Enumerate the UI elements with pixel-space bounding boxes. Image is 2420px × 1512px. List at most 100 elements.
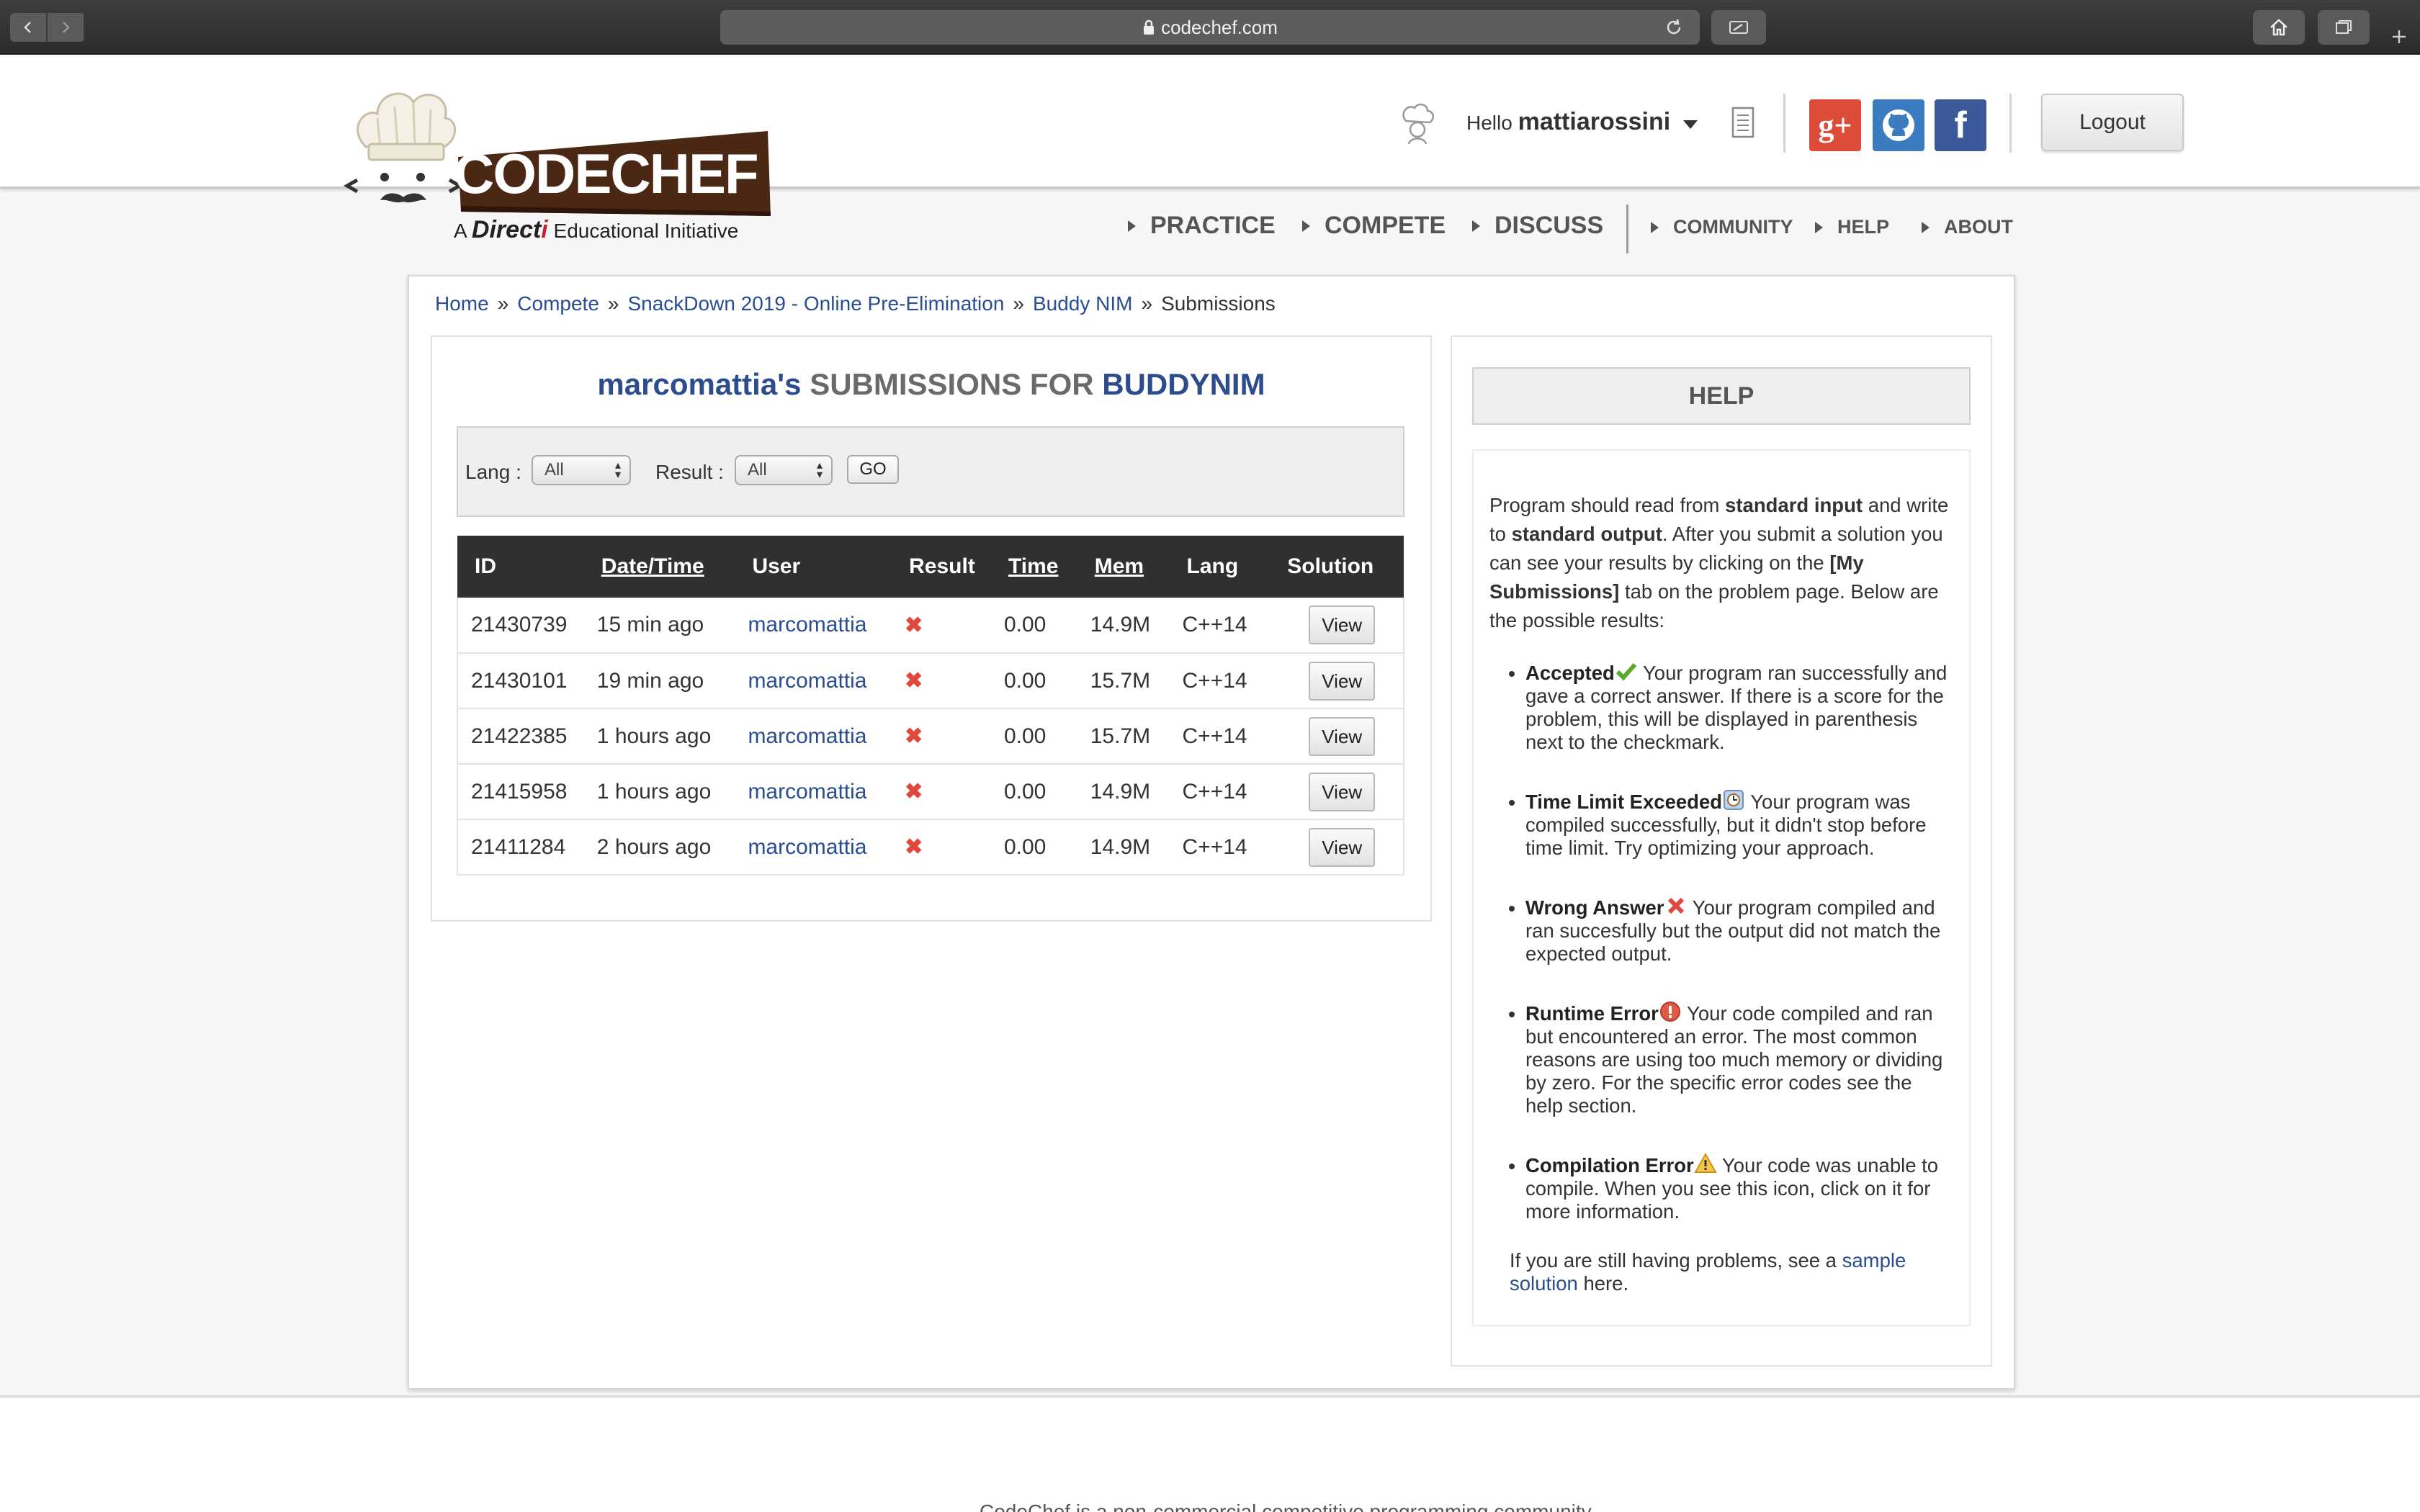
cell-user: marcomattia [735, 764, 892, 820]
col-mem[interactable]: Mem [1077, 536, 1170, 598]
nav-about[interactable]: ABOUT [1922, 216, 2013, 238]
title-problem: BUDDYNIM [1102, 367, 1265, 401]
wrong-answer-icon: ✖ [905, 724, 923, 748]
list-item: Accepted Your program ran successfully a… [1525, 660, 1953, 754]
view-button[interactable]: View [1309, 772, 1376, 811]
home-icon [2270, 19, 2287, 36]
breadcrumb-home[interactable]: Home [435, 292, 489, 315]
result-name: Runtime Error [1525, 1002, 1659, 1025]
view-button[interactable]: View [1309, 661, 1376, 701]
list-item: Wrong Answer Your program compiled and r… [1525, 894, 1953, 966]
table-row: 21430739 15 min ago marcomattia ✖ 0.00 1… [457, 598, 1404, 654]
cell-mem: 15.7M [1077, 708, 1170, 765]
user-menu[interactable]: Hello mattiarossini [1466, 108, 1698, 136]
user-link[interactable]: marcomattia [748, 613, 866, 636]
cell-lang: C++14 [1169, 598, 1270, 654]
user-link[interactable]: marcomattia [748, 724, 866, 748]
view-button[interactable]: View [1309, 827, 1376, 867]
cell-solution: View [1270, 764, 1404, 820]
view-button[interactable]: View [1309, 716, 1376, 756]
cell-id: 21422385 [457, 708, 584, 765]
col-result: Result [892, 536, 991, 598]
cell-solution: View [1270, 598, 1404, 654]
github-button[interactable] [1873, 99, 1924, 151]
cell-result: ✖ [892, 819, 991, 876]
title-user: marcomattia's [597, 367, 802, 401]
breadcrumb-separator: » [1013, 292, 1024, 315]
nav-divider [1626, 204, 1628, 253]
table-row: 21411284 2 hours ago marcomattia ✖ 0.00 … [457, 819, 1404, 876]
help-footer-text: If you are still having problems, see a [1510, 1249, 1837, 1272]
forward-icon [63, 22, 70, 33]
cell-solution: View [1270, 653, 1404, 709]
help-heading: HELP [1472, 367, 1971, 425]
home-button[interactable] [2253, 10, 2305, 45]
document-icon[interactable] [1730, 107, 1756, 138]
cell-lang: C++14 [1169, 708, 1270, 765]
select-arrows-icon: ▴ ▾ [614, 459, 621, 481]
clock-icon [1724, 790, 1744, 810]
nav-compete-label: COMPETE [1325, 212, 1446, 239]
cell-date: 1 hours ago [583, 764, 735, 820]
reload-icon[interactable] [1664, 17, 1684, 37]
facebook-icon: f [1954, 104, 1967, 146]
nav-community[interactable]: COMMUNITY [1651, 216, 1793, 238]
cell-id: 21415958 [457, 764, 584, 820]
tagline-rest: Educational Initiative [553, 220, 739, 242]
cell-result: ✖ [892, 708, 991, 765]
col-time-label: Time [1008, 554, 1059, 578]
go-button[interactable]: GO [847, 455, 899, 484]
select-arrows-icon: ▴ ▾ [816, 459, 823, 481]
back-button[interactable] [10, 13, 48, 42]
cell-date: 1 hours ago [583, 708, 735, 765]
lang-select[interactable]: All ▴ ▾ [532, 455, 631, 485]
view-button[interactable]: View [1309, 606, 1376, 644]
chevron-down-icon [1683, 120, 1698, 129]
address-bar[interactable]: codechef.com [720, 10, 1700, 45]
cell-mem: 14.9M [1077, 819, 1170, 876]
cell-time: 0.00 [990, 598, 1077, 654]
col-datetime[interactable]: Date/Time [583, 536, 735, 598]
list-item: Compilation Error Your code was unable t… [1525, 1152, 1953, 1223]
facebook-button[interactable]: f [1935, 99, 1986, 151]
google-plus-button[interactable]: g+ [1809, 99, 1861, 151]
cell-user: marcomattia [735, 653, 892, 709]
nav-about-label: ABOUT [1944, 216, 2013, 238]
logout-button[interactable]: Logout [2041, 94, 2184, 151]
user-link[interactable]: marcomattia [748, 669, 866, 693]
triangle-icon [1302, 220, 1310, 232]
cell-time: 0.00 [990, 653, 1077, 709]
list-item: Time Limit Exceeded Your program was com… [1525, 788, 1953, 860]
nav-help-label: HELP [1837, 216, 1890, 238]
nav-compete[interactable]: COMPETE [1302, 212, 1446, 240]
tabs-button[interactable] [2318, 10, 2370, 45]
nav-help[interactable]: HELP [1815, 216, 1889, 238]
breadcrumb-problem[interactable]: Buddy NIM [1033, 292, 1133, 315]
user-link[interactable]: marcomattia [748, 780, 866, 804]
result-select[interactable]: All ▴ ▾ [735, 455, 833, 485]
table-header-row: ID Date/Time User Result Time Mem Lang S… [457, 536, 1404, 598]
user-link[interactable]: marcomattia [748, 835, 866, 859]
cell-date: 2 hours ago [583, 819, 735, 876]
nav-practice[interactable]: PRACTICE [1128, 212, 1276, 240]
new-tab-button[interactable] [2381, 19, 2417, 55]
col-time[interactable]: Time [990, 536, 1077, 598]
lang-label: Lang : [465, 461, 521, 483]
cell-solution: View [1270, 708, 1404, 765]
breadcrumb-compete[interactable]: Compete [517, 292, 599, 315]
footer-text: CodeChef is a non-commercial competitive… [980, 1500, 1592, 1512]
forward-button[interactable] [48, 13, 85, 42]
nav-discuss[interactable]: DISCUSS [1472, 212, 1603, 240]
help-intro-b2: standard output [1511, 523, 1662, 545]
cell-time: 0.00 [990, 764, 1077, 820]
nav-discuss-label: DISCUSS [1494, 212, 1604, 239]
reader-button[interactable] [1711, 10, 1766, 45]
result-select-value: All [748, 460, 767, 480]
breadcrumb-contest[interactable]: SnackDown 2019 - Online Pre-Elimination [627, 292, 1004, 315]
username: mattiarossini [1518, 108, 1671, 135]
wrong-answer-icon: ✖ [905, 780, 923, 804]
triangle-icon [1815, 221, 1823, 233]
logo-tagline: A Directi Educational Initiative [454, 216, 738, 244]
triangle-icon [1651, 221, 1659, 233]
help-intro-1: Program should read from [1489, 494, 1720, 516]
